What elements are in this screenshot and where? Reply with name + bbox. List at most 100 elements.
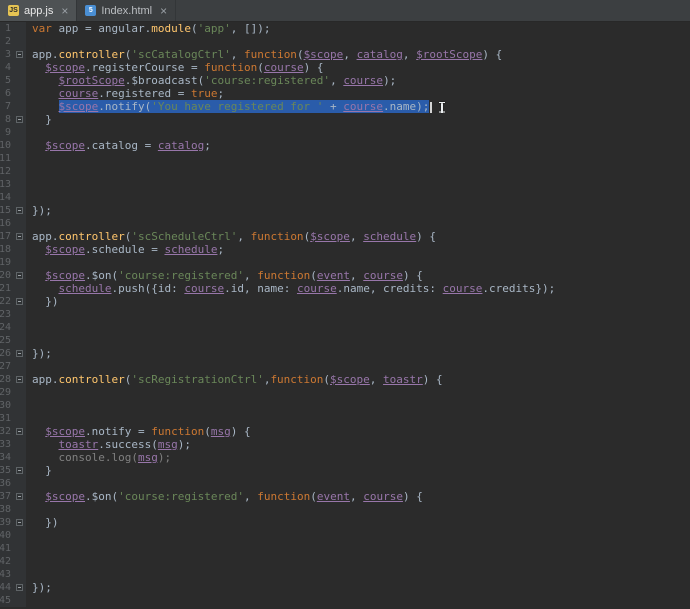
line-number-gutter[interactable]: 34	[0, 451, 13, 464]
line-number-gutter[interactable]: 18	[0, 243, 13, 256]
line-number-gutter[interactable]: 12	[0, 165, 13, 178]
line-number-gutter[interactable]: 5	[0, 74, 13, 87]
code-text[interactable]	[26, 152, 690, 165]
fold-marker-icon[interactable]	[16, 428, 23, 435]
code-line[interactable]: 44});	[0, 581, 690, 594]
code-text[interactable]	[26, 321, 690, 334]
code-line[interactable]: 15});	[0, 204, 690, 217]
line-number-gutter[interactable]: 43	[0, 568, 13, 581]
code-text[interactable]	[26, 165, 690, 178]
code-line[interactable]: 35 }	[0, 464, 690, 477]
tab-app-js[interactable]: JS app.js ×	[0, 0, 78, 21]
code-text[interactable]: })	[26, 516, 690, 529]
code-line[interactable]: 20 $scope.$on('course:registered', funct…	[0, 269, 690, 282]
code-line[interactable]: 40	[0, 529, 690, 542]
code-line[interactable]: 41	[0, 542, 690, 555]
fold-marker-icon[interactable]	[16, 519, 23, 526]
code-text[interactable]	[26, 503, 690, 516]
code-text[interactable]	[26, 334, 690, 347]
code-text[interactable]: $scope.registerCourse = function(course)…	[26, 61, 690, 74]
code-line[interactable]: 5 $rootScope.$broadcast('course:register…	[0, 74, 690, 87]
line-number-gutter[interactable]: 40	[0, 529, 13, 542]
code-line[interactable]: 24	[0, 321, 690, 334]
line-number-gutter[interactable]: 21	[0, 282, 13, 295]
code-text[interactable]	[26, 256, 690, 269]
code-line[interactable]: 27	[0, 360, 690, 373]
fold-marker-icon[interactable]	[16, 233, 23, 240]
line-number-gutter[interactable]: 44	[0, 581, 13, 594]
code-line[interactable]: 18 $scope.schedule = schedule;	[0, 243, 690, 256]
code-text[interactable]	[26, 217, 690, 230]
code-line[interactable]: 2	[0, 35, 690, 48]
fold-marker-icon[interactable]	[16, 207, 23, 214]
line-number-gutter[interactable]: 38	[0, 503, 13, 516]
line-number-gutter[interactable]: 23	[0, 308, 13, 321]
line-number-gutter[interactable]: 36	[0, 477, 13, 490]
line-number-gutter[interactable]: 29	[0, 386, 13, 399]
code-text[interactable]: var app = angular.module('app', []);	[26, 22, 690, 35]
tab-index-html[interactable]: 5 Index.html ×	[77, 0, 177, 21]
fold-marker-icon[interactable]	[16, 493, 23, 500]
fold-marker-icon[interactable]	[16, 350, 23, 357]
code-line[interactable]: 13	[0, 178, 690, 191]
line-number-gutter[interactable]: 45	[0, 594, 13, 607]
code-text[interactable]	[26, 594, 690, 607]
line-number-gutter[interactable]: 1	[0, 22, 13, 35]
code-line[interactable]: 33 toastr.success(msg);	[0, 438, 690, 451]
line-number-gutter[interactable]: 14	[0, 191, 13, 204]
line-number-gutter[interactable]: 26	[0, 347, 13, 360]
line-number-gutter[interactable]: 30	[0, 399, 13, 412]
line-number-gutter[interactable]: 10	[0, 139, 13, 152]
code-text[interactable]: }	[26, 464, 690, 477]
fold-marker-icon[interactable]	[16, 467, 23, 474]
line-number-gutter[interactable]: 25	[0, 334, 13, 347]
line-number-gutter[interactable]: 35	[0, 464, 13, 477]
code-text[interactable]: $scope.schedule = schedule;	[26, 243, 690, 256]
code-text[interactable]	[26, 477, 690, 490]
code-line[interactable]: 17 app.controller('scScheduleCtrl', funct…	[0, 230, 690, 243]
code-line[interactable]: 22 })	[0, 295, 690, 308]
line-number-gutter[interactable]: 9	[0, 126, 13, 139]
line-number-gutter[interactable]: 2	[0, 35, 13, 48]
code-line[interactable]: 9	[0, 126, 690, 139]
line-number-gutter[interactable]: 7	[0, 100, 13, 113]
code-line[interactable]: 14	[0, 191, 690, 204]
line-number-gutter[interactable]: 19	[0, 256, 13, 269]
line-number-gutter[interactable]: 13	[0, 178, 13, 191]
code-text[interactable]	[26, 386, 690, 399]
code-line[interactable]: 4 $scope.registerCourse = function(cours…	[0, 61, 690, 74]
code-text[interactable]: })	[26, 295, 690, 308]
code-text[interactable]: });	[26, 204, 690, 217]
code-text[interactable]: $scope.notify('You have registered for '…	[26, 100, 690, 113]
code-line[interactable]: 23	[0, 308, 690, 321]
line-number-gutter[interactable]: 3	[0, 48, 13, 61]
code-line[interactable]: 43	[0, 568, 690, 581]
code-line[interactable]: 31	[0, 412, 690, 425]
code-text[interactable]	[26, 35, 690, 48]
code-text[interactable]: app.controller('scCatalogCtrl', function…	[26, 48, 690, 61]
line-number-gutter[interactable]: 28	[0, 373, 13, 386]
code-text[interactable]	[26, 360, 690, 373]
code-text[interactable]: }	[26, 113, 690, 126]
code-text[interactable]	[26, 126, 690, 139]
code-line[interactable]: 34 console.log(msg);	[0, 451, 690, 464]
code-text[interactable]	[26, 412, 690, 425]
code-line[interactable]: 28 app.controller('scRegistrationCtrl',fu…	[0, 373, 690, 386]
code-line[interactable]: 8 }	[0, 113, 690, 126]
line-number-gutter[interactable]: 20	[0, 269, 13, 282]
close-tab-icon[interactable]: ×	[61, 5, 68, 17]
code-text[interactable]	[26, 568, 690, 581]
line-number-gutter[interactable]: 27	[0, 360, 13, 373]
line-number-gutter[interactable]: 24	[0, 321, 13, 334]
code-text[interactable]	[26, 178, 690, 191]
fold-marker-icon[interactable]	[16, 376, 23, 383]
code-text[interactable]: });	[26, 581, 690, 594]
code-line[interactable]: 42	[0, 555, 690, 568]
line-number-gutter[interactable]: 39	[0, 516, 13, 529]
code-text[interactable]	[26, 555, 690, 568]
code-line[interactable]: 6 course.registered = true;	[0, 87, 690, 100]
line-number-gutter[interactable]: 16	[0, 217, 13, 230]
code-text[interactable]	[26, 529, 690, 542]
code-line[interactable]: 19	[0, 256, 690, 269]
code-text[interactable]: toastr.success(msg);	[26, 438, 690, 451]
